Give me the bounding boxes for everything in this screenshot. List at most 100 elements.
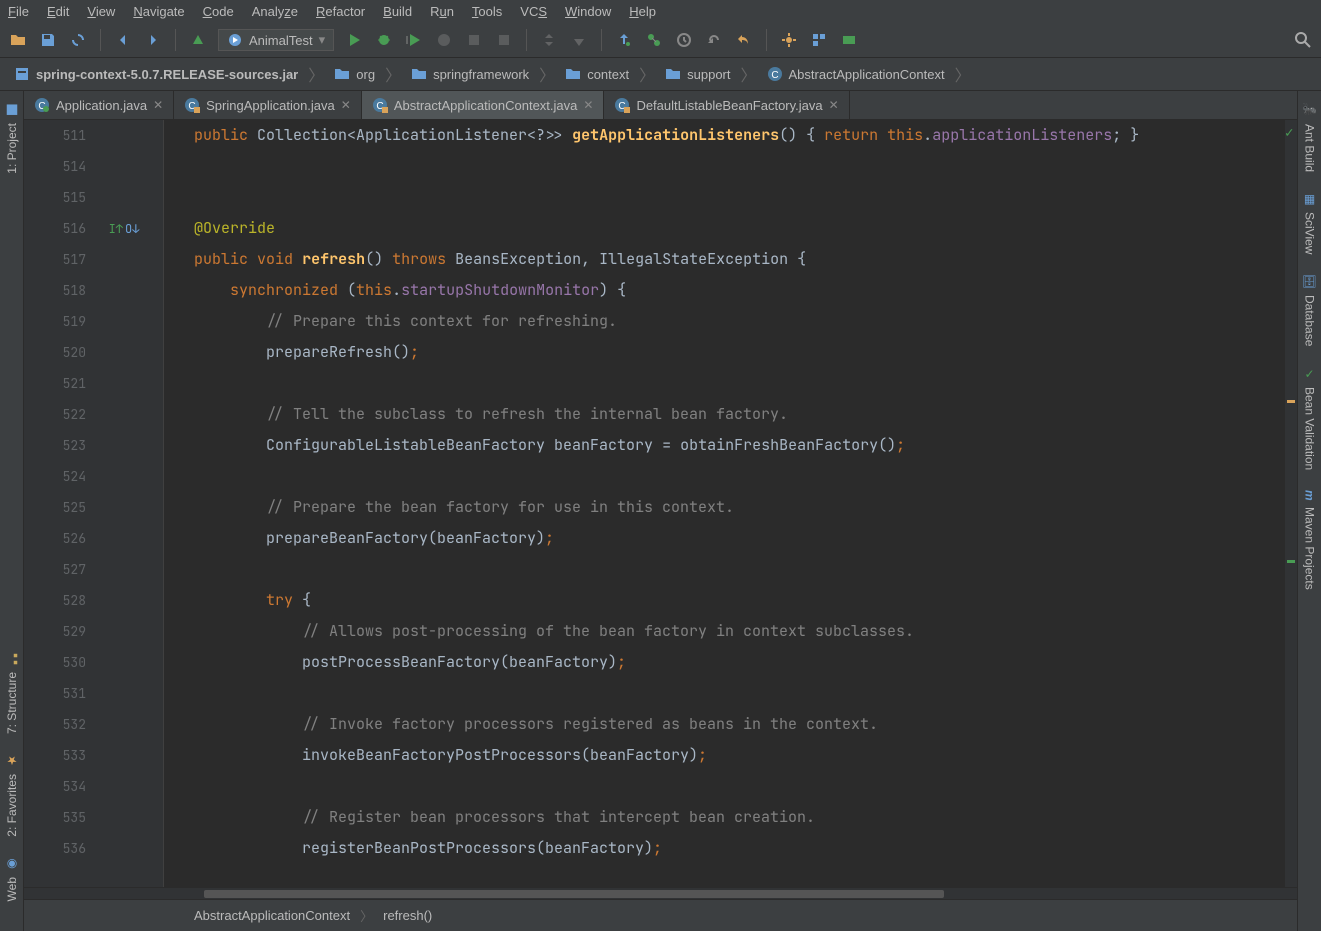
menu-tools[interactable]: Tools <box>472 4 502 19</box>
tab-default-listable-bean-factory[interactable]: C DefaultListableBeanFactory.java ✕ <box>604 91 849 119</box>
scrollbar-thumb[interactable] <box>204 890 944 898</box>
change-marker[interactable] <box>1287 560 1295 563</box>
project-structure-icon[interactable] <box>809 30 829 50</box>
crumb-label: support <box>687 67 730 82</box>
crumb-label: AbstractApplicationContext <box>789 67 945 82</box>
build-icon[interactable] <box>188 30 208 50</box>
tool-project[interactable]: 1: Project <box>5 103 19 174</box>
update-icon[interactable] <box>539 30 559 50</box>
back-icon[interactable] <box>113 30 133 50</box>
star-icon: ★ <box>5 754 19 768</box>
settings-icon[interactable] <box>779 30 799 50</box>
run-icon[interactable] <box>344 30 364 50</box>
override-icon[interactable]: O↓ <box>125 221 139 237</box>
footer-crumb-class[interactable]: AbstractApplicationContext <box>194 908 350 923</box>
search-icon[interactable] <box>1293 30 1313 50</box>
vcs-update-icon[interactable] <box>614 30 634 50</box>
tool-structure[interactable]: 7: Structure <box>5 652 19 734</box>
error-stripe[interactable]: ✓ <box>1285 120 1297 887</box>
crumb-jar[interactable]: spring-context-5.0.7.RELEASE-sources.jar <box>6 63 306 85</box>
menu-analyze[interactable]: Analyze <box>252 4 298 19</box>
crumb-context[interactable]: context <box>557 63 637 85</box>
tool-bean-validation[interactable]: ✓ Bean Validation <box>1303 367 1317 470</box>
menu-refactor[interactable]: Refactor <box>316 4 365 19</box>
menu-window[interactable]: Window <box>565 4 611 19</box>
debug-icon[interactable] <box>374 30 394 50</box>
tab-spring-application[interactable]: C SpringApplication.java ✕ <box>174 91 362 119</box>
crumb-class[interactable]: C AbstractApplicationContext <box>759 63 953 85</box>
footer-crumb-method[interactable]: refresh() <box>383 908 432 923</box>
line-number: 520 <box>24 337 86 368</box>
tool-web[interactable]: Web ◉ <box>5 857 19 901</box>
fold-gutter[interactable] <box>144 120 164 887</box>
sync-icon[interactable] <box>68 30 88 50</box>
left-tool-bar: 1: Project 7: Structure 2: Favorites ★ W… <box>0 91 24 931</box>
horizontal-scrollbar[interactable] <box>24 887 1297 899</box>
folder-icon <box>334 66 350 82</box>
menu-help[interactable]: Help <box>629 4 656 19</box>
line-number: 529 <box>24 616 86 647</box>
line-number: 523 <box>24 430 86 461</box>
crumb-support[interactable]: support <box>657 63 738 85</box>
crumb-org[interactable]: org <box>326 63 383 85</box>
sdk-icon[interactable] <box>839 30 859 50</box>
menu-code[interactable]: Code <box>203 4 234 19</box>
line-number: 533 <box>24 740 86 771</box>
right-tool-bar: 🐜 Ant Build ▦ SciView 🗄 Database ✓ Bean … <box>1297 91 1321 931</box>
vcs-revert-icon[interactable] <box>704 30 724 50</box>
close-icon[interactable]: ✕ <box>153 98 163 112</box>
tool-database[interactable]: 🗄 Database <box>1303 274 1317 347</box>
gutter-icons: I↑ O↓ <box>104 120 144 887</box>
commit-icon[interactable] <box>569 30 589 50</box>
run-config-selector[interactable]: AnimalTest ▾ <box>218 29 334 51</box>
structure-icon <box>5 652 19 666</box>
line-number: 514 <box>24 151 86 182</box>
tool-maven[interactable]: m Maven Projects <box>1303 490 1317 589</box>
menu-run[interactable]: Run <box>430 4 454 19</box>
open-icon[interactable] <box>8 30 28 50</box>
line-number: 531 <box>24 678 86 709</box>
class-icon: C <box>184 97 200 113</box>
menu-view[interactable]: View <box>87 4 115 19</box>
line-number: 527 <box>24 554 86 585</box>
undo-icon[interactable] <box>734 30 754 50</box>
crumb-label: org <box>356 67 375 82</box>
forward-icon[interactable] <box>143 30 163 50</box>
stop-icon[interactable] <box>494 30 514 50</box>
crumb-label: spring-context-5.0.7.RELEASE-sources.jar <box>36 67 298 82</box>
menu-build[interactable]: Build <box>383 4 412 19</box>
menu-navigate[interactable]: Navigate <box>133 4 184 19</box>
class-icon: C <box>372 97 388 113</box>
tab-application[interactable]: C Application.java ✕ <box>24 91 174 119</box>
line-number: 516 <box>24 213 86 244</box>
coverage-icon[interactable] <box>404 30 424 50</box>
save-all-icon[interactable] <box>38 30 58 50</box>
warning-marker[interactable] <box>1287 400 1295 403</box>
line-number: 524 <box>24 461 86 492</box>
vcs-history-icon[interactable] <box>674 30 694 50</box>
tool-ant-build[interactable]: 🐜 Ant Build <box>1303 103 1317 172</box>
code-editor[interactable]: 5115145155165175185195205215225235245255… <box>24 120 1297 887</box>
close-icon[interactable]: ✕ <box>583 98 593 112</box>
tab-abstract-application-context[interactable]: C AbstractApplicationContext.java ✕ <box>362 91 605 119</box>
line-number: 522 <box>24 399 86 430</box>
line-number: 515 <box>24 182 86 213</box>
editor-tabs: C Application.java ✕ C SpringApplication… <box>24 91 1297 120</box>
close-icon[interactable]: ✕ <box>341 98 351 112</box>
folder-icon <box>565 66 581 82</box>
tool-sciview[interactable]: ▦ SciView <box>1303 192 1317 254</box>
close-icon[interactable]: ✕ <box>829 98 839 112</box>
tool-favorites[interactable]: 2: Favorites ★ <box>5 754 19 837</box>
profile-icon[interactable] <box>434 30 454 50</box>
vcs-commit-icon[interactable] <box>644 30 664 50</box>
menu-vcs[interactable]: VCS <box>520 4 547 19</box>
implements-icon[interactable]: I↑ <box>109 221 123 237</box>
menu-edit[interactable]: Edit <box>47 4 69 19</box>
folder-icon <box>411 66 427 82</box>
code-content[interactable]: public Collection<ApplicationListener<?>… <box>164 120 1285 887</box>
menu-file[interactable]: File <box>8 4 29 19</box>
attach-icon[interactable] <box>464 30 484 50</box>
crumb-springframework[interactable]: springframework <box>403 63 537 85</box>
database-icon: 🗄 <box>1303 274 1317 289</box>
run-config-label: AnimalTest <box>249 33 313 48</box>
